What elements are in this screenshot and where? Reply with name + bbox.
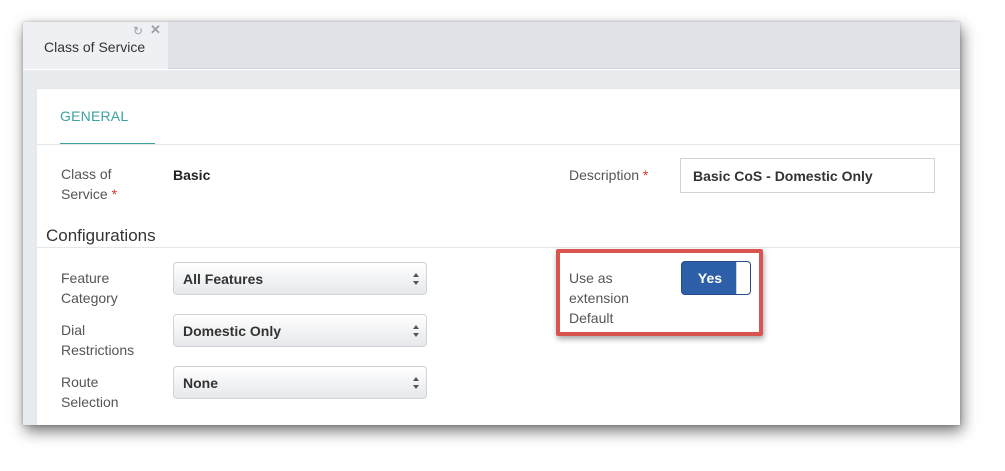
configurations-heading: Configurations bbox=[46, 226, 156, 245]
dial-restrictions-label: Dial Restrictions bbox=[61, 322, 135, 358]
select-arrows-icon bbox=[413, 273, 419, 285]
dial-restrictions-value: Domestic Only bbox=[183, 323, 282, 339]
tab-class-of-service[interactable]: Class of Service ↻ ✕ bbox=[23, 22, 168, 69]
class-of-service-label: Class of Service * bbox=[61, 166, 118, 202]
refresh-icon[interactable]: ↻ bbox=[133, 25, 143, 37]
tab-general[interactable]: GENERAL bbox=[60, 108, 128, 124]
tab-title: Class of Service bbox=[44, 39, 146, 55]
highlight-box bbox=[556, 249, 763, 336]
tab-divider bbox=[36, 144, 960, 145]
class-of-service-window: Class of Service ↻ ✕ GENERAL Class of Se… bbox=[23, 22, 960, 425]
select-arrows-icon bbox=[413, 325, 419, 337]
close-icon[interactable]: ✕ bbox=[150, 23, 161, 36]
route-selection-select[interactable]: None bbox=[173, 366, 427, 399]
description-label: Description * bbox=[569, 167, 649, 183]
select-arrows-icon bbox=[413, 377, 419, 389]
feature-category-value: All Features bbox=[183, 271, 264, 287]
description-input[interactable] bbox=[680, 158, 935, 193]
route-selection-value: None bbox=[183, 375, 218, 391]
tab-bar: Class of Service ↻ ✕ bbox=[23, 22, 960, 69]
route-selection-label: Route Selection bbox=[61, 374, 119, 410]
required-marker: * bbox=[642, 167, 649, 183]
section-divider bbox=[36, 247, 960, 248]
feature-category-select[interactable]: All Features bbox=[173, 262, 427, 295]
feature-category-label: Feature Category bbox=[61, 270, 118, 306]
class-of-service-value: Basic bbox=[173, 167, 211, 183]
required-marker: * bbox=[111, 186, 118, 202]
dial-restrictions-select[interactable]: Domestic Only bbox=[173, 314, 427, 347]
